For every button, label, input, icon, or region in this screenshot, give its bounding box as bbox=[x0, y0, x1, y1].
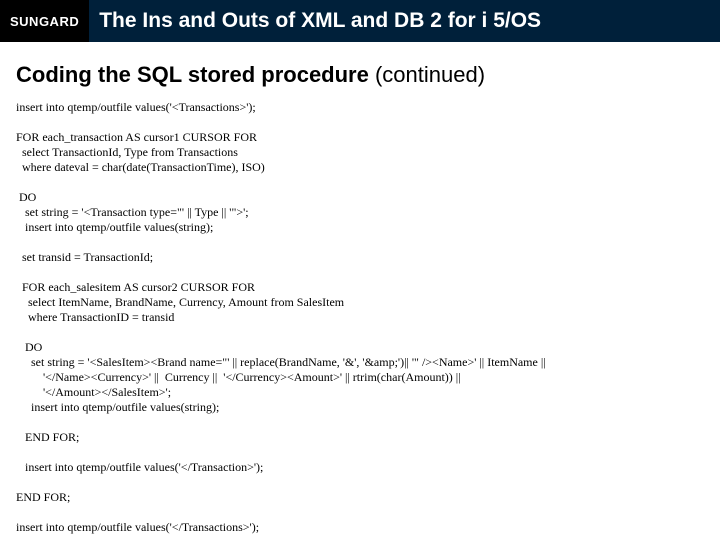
slide-title: The Ins and Outs of XML and DB 2 for i 5… bbox=[89, 0, 720, 42]
code-block: insert into qtemp/outfile values('<Trans… bbox=[16, 100, 704, 535]
slide-content: Coding the SQL stored procedure (continu… bbox=[0, 42, 720, 535]
heading-main: Coding the SQL stored procedure bbox=[16, 62, 369, 87]
brand-logo: SUNGARD bbox=[0, 0, 89, 42]
slide-header: SUNGARD The Ins and Outs of XML and DB 2… bbox=[0, 0, 720, 42]
heading-continued: (continued) bbox=[369, 62, 485, 87]
section-heading: Coding the SQL stored procedure (continu… bbox=[16, 62, 704, 88]
